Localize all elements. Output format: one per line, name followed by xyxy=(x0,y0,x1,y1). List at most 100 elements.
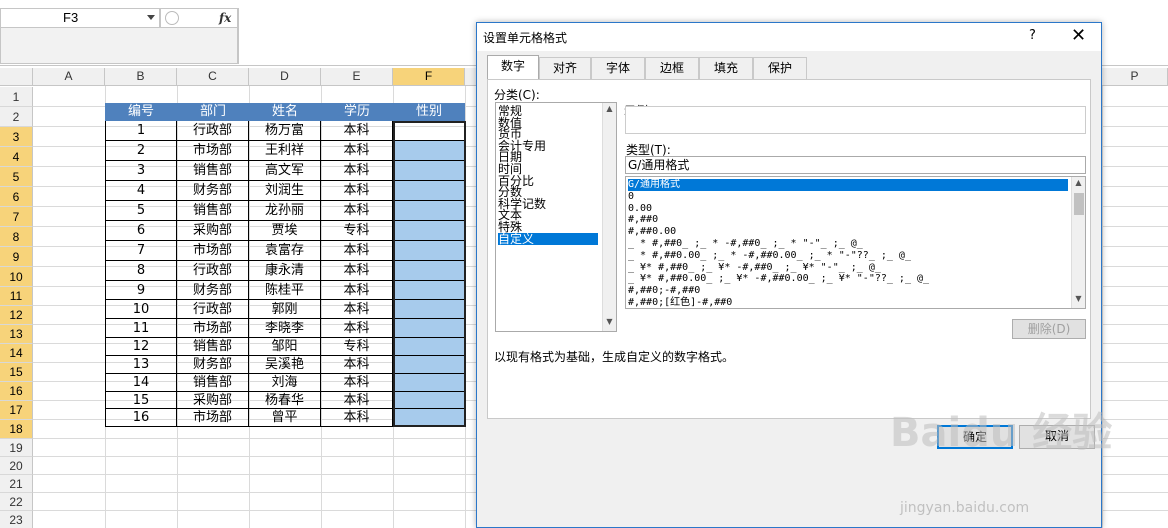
table-cell[interactable]: 本科 xyxy=(321,161,393,181)
table-cell[interactable]: 刘海 xyxy=(249,374,321,392)
table-cell[interactable]: 本科 xyxy=(321,392,393,409)
table-cell[interactable]: 本科 xyxy=(321,181,393,201)
category-list[interactable]: 常规 数值 货币 会计专用 日期 时间 百分比 分数 科学记数 文本 特殊 自定义 ▲ ▼ xyxy=(495,102,617,332)
row-header[interactable]: 12 xyxy=(0,306,33,325)
table-cell[interactable]: 采购部 xyxy=(177,392,249,409)
table-header-cell[interactable]: 部门 xyxy=(177,103,249,121)
table-cell[interactable]: 王利祥 xyxy=(249,141,321,161)
table-cell[interactable]: 销售部 xyxy=(177,374,249,392)
close-icon[interactable]: ✕ xyxy=(1071,25,1086,46)
type-item[interactable]: #,##0;-#,##0 xyxy=(628,285,1068,297)
row-header[interactable]: 23 xyxy=(0,511,33,528)
row-header[interactable]: 7 xyxy=(0,207,33,227)
tab-protection[interactable]: 保护 xyxy=(753,57,807,79)
category-item[interactable]: 自定义 xyxy=(498,232,598,245)
row-header[interactable]: 2 xyxy=(0,107,33,127)
table-cell[interactable]: 市场部 xyxy=(177,241,249,261)
type-input[interactable]: G/通用格式 xyxy=(625,156,1086,174)
name-box[interactable]: F3 xyxy=(0,8,160,28)
column-header-f[interactable]: F xyxy=(393,68,465,86)
table-cell[interactable]: 行政部 xyxy=(177,300,249,319)
table-cell[interactable]: 龙孙丽 xyxy=(249,201,321,221)
table-cell[interactable]: 李晓李 xyxy=(249,319,321,338)
table-cell[interactable]: 销售部 xyxy=(177,201,249,221)
row-header[interactable]: 5 xyxy=(0,167,33,187)
table-cell[interactable]: 高文军 xyxy=(249,161,321,181)
scroll-thumb[interactable] xyxy=(1074,193,1084,215)
type-item[interactable]: 0.00 xyxy=(628,203,1068,215)
column-header-e[interactable]: E xyxy=(321,68,393,86)
table-cell[interactable]: 本科 xyxy=(321,141,393,161)
row-header[interactable]: 8 xyxy=(0,227,33,247)
table-cell[interactable]: 本科 xyxy=(321,281,393,300)
table-cell[interactable]: 15 xyxy=(105,392,177,409)
column-header-d[interactable]: D xyxy=(249,68,321,86)
row-header[interactable]: 14 xyxy=(0,344,33,363)
row-header[interactable]: 18 xyxy=(0,420,33,439)
scroll-up-icon[interactable]: ▲ xyxy=(603,104,616,113)
row-header[interactable]: 16 xyxy=(0,382,33,401)
type-scrollbar[interactable]: ▲ ▼ xyxy=(1071,177,1085,308)
type-item[interactable]: 0 xyxy=(628,191,1068,203)
row-header[interactable]: 4 xyxy=(0,147,33,167)
table-cell[interactable]: 财务部 xyxy=(177,356,249,374)
table-cell[interactable]: 杨万富 xyxy=(249,121,321,141)
table-cell[interactable]: 2 xyxy=(105,141,177,161)
table-header-cell[interactable]: 编号 xyxy=(105,103,177,121)
type-item[interactable]: #,##0;[红色]-#,##0 xyxy=(628,297,1068,309)
table-cell[interactable]: 行政部 xyxy=(177,261,249,281)
column-header-a[interactable]: A xyxy=(33,68,105,86)
table-cell[interactable]: 13 xyxy=(105,356,177,374)
row-header[interactable]: 15 xyxy=(0,363,33,382)
table-cell[interactable]: 行政部 xyxy=(177,121,249,141)
type-item[interactable]: G/通用格式 xyxy=(628,179,1068,191)
table-cell[interactable]: 康永清 xyxy=(249,261,321,281)
table-cell[interactable]: 吴溪艳 xyxy=(249,356,321,374)
row-header[interactable]: 3 xyxy=(0,127,33,147)
type-item[interactable]: _ ¥* #,##0.00_ ;_ ¥* -#,##0.00_ ;_ ¥* "-… xyxy=(628,273,1068,285)
type-item[interactable]: _ * #,##0.00_ ;_ * -#,##0.00_ ;_ * "-"??… xyxy=(628,250,1068,262)
table-cell[interactable]: 邹阳 xyxy=(249,338,321,356)
table-cell[interactable]: 专科 xyxy=(321,221,393,241)
scroll-up-icon[interactable]: ▲ xyxy=(1072,178,1085,187)
row-header[interactable]: 11 xyxy=(0,287,33,306)
chevron-down-icon[interactable] xyxy=(147,15,155,20)
table-cell[interactable]: 市场部 xyxy=(177,319,249,338)
table-header-cell[interactable]: 性别 xyxy=(393,103,465,121)
table-cell[interactable]: 财务部 xyxy=(177,281,249,300)
row-header[interactable]: 13 xyxy=(0,325,33,344)
table-cell[interactable]: 贾埃 xyxy=(249,221,321,241)
table-cell[interactable]: 4 xyxy=(105,181,177,201)
table-cell[interactable]: 本科 xyxy=(321,300,393,319)
table-cell[interactable]: 本科 xyxy=(321,319,393,338)
table-cell[interactable]: 本科 xyxy=(321,374,393,392)
table-cell[interactable]: 本科 xyxy=(321,261,393,281)
table-cell[interactable]: 郭刚 xyxy=(249,300,321,319)
row-header[interactable]: 21 xyxy=(0,475,33,493)
table-cell[interactable]: 10 xyxy=(105,300,177,319)
table-cell[interactable]: 3 xyxy=(105,161,177,181)
column-header-p[interactable]: P xyxy=(1102,68,1168,86)
row-header[interactable]: 19 xyxy=(0,439,33,457)
table-cell[interactable]: 曾平 xyxy=(249,409,321,427)
tab-fill[interactable]: 填充 xyxy=(699,57,753,79)
category-scrollbar[interactable]: ▲ ▼ xyxy=(602,103,616,331)
table-cell[interactable]: 本科 xyxy=(321,121,393,141)
table-cell[interactable]: 本科 xyxy=(321,409,393,427)
type-list[interactable]: G/通用格式 0 0.00 #,##0 #,##0.00 _ * #,##0_ ;_ * … xyxy=(625,176,1086,309)
row-header[interactable]: 1 xyxy=(0,87,33,107)
table-header-cell[interactable]: 姓名 xyxy=(249,103,321,121)
table-cell[interactable]: 本科 xyxy=(321,356,393,374)
column-header-b[interactable]: B xyxy=(105,68,177,86)
type-item[interactable]: #,##0.00 xyxy=(628,226,1068,238)
table-cell[interactable]: 7 xyxy=(105,241,177,261)
delete-button[interactable]: 删除(D) xyxy=(1012,319,1086,339)
table-cell[interactable]: 袁富存 xyxy=(249,241,321,261)
column-header-c[interactable]: C xyxy=(177,68,249,86)
table-cell[interactable]: 11 xyxy=(105,319,177,338)
table-cell[interactable]: 1 xyxy=(105,121,177,141)
table-cell[interactable]: 5 xyxy=(105,201,177,221)
table-cell[interactable]: 采购部 xyxy=(177,221,249,241)
table-cell[interactable]: 8 xyxy=(105,261,177,281)
row-header[interactable]: 17 xyxy=(0,401,33,420)
